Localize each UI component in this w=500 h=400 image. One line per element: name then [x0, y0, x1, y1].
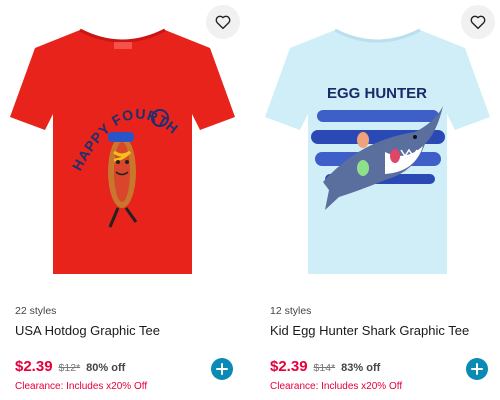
product-image[interactable]: HAPPY FOURTH OF JULY — [0, 0, 245, 290]
sale-price: $2.39 — [15, 358, 53, 375]
price-row: $2.39 $12* 80% off — [15, 358, 125, 375]
price-row: $2.39 $14* 83% off — [270, 358, 380, 375]
tshirt-image: HAPPY FOURTH OF JULY — [10, 22, 235, 274]
plus-icon — [216, 363, 228, 375]
discount-label: 83% off — [341, 362, 381, 374]
tshirt-image: EGG HUNTER — [265, 28, 490, 274]
plus-icon — [471, 363, 483, 375]
sale-price: $2.39 — [270, 358, 308, 375]
shirt-graphic-text: EGG HUNTER — [327, 85, 427, 102]
heart-icon — [470, 15, 486, 30]
clearance-note: Clearance: Includes x20% Off — [270, 381, 403, 392]
add-to-bag-button[interactable] — [211, 358, 233, 380]
discount-label: 80% off — [86, 362, 126, 374]
styles-count: 12 styles — [270, 305, 312, 317]
product-card[interactable]: HAPPY FOURTH OF JULY 22 styles USA Hotdo… — [0, 0, 245, 400]
original-price: $14* — [313, 362, 336, 374]
favorite-button[interactable] — [206, 5, 240, 39]
clearance-note: Clearance: Includes x20% Off — [15, 381, 148, 392]
product-card[interactable]: EGG HUNTER 12 styles Kid Egg Hunter Shar… — [255, 0, 500, 400]
product-title[interactable]: USA Hotdog Graphic Tee — [15, 323, 160, 338]
product-image[interactable]: EGG HUNTER — [255, 0, 500, 290]
heart-icon — [215, 15, 231, 30]
styles-count: 22 styles — [15, 305, 57, 317]
add-to-bag-button[interactable] — [466, 358, 488, 380]
original-price: $12* — [58, 362, 81, 374]
favorite-button[interactable] — [461, 5, 495, 39]
product-title[interactable]: Kid Egg Hunter Shark Graphic Tee — [270, 323, 469, 338]
